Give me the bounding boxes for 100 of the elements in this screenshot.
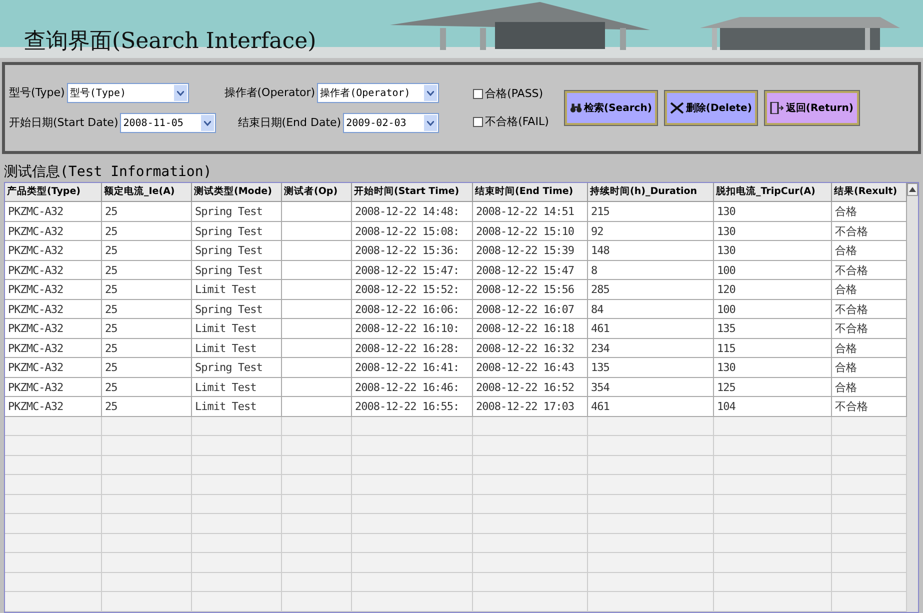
table-cell: 25	[102, 241, 192, 260]
table-cell: PKZMC-A32	[5, 241, 102, 260]
table-cell: Spring Test	[192, 300, 282, 318]
table-cell: Limit Test	[192, 280, 282, 298]
table-cell: 130	[714, 241, 832, 260]
table-cell: 130	[714, 358, 832, 376]
table-cell: Spring Test	[192, 260, 282, 279]
table-cell: 25	[102, 338, 192, 357]
dropdown[interactable]: 2009-02-03	[343, 113, 440, 133]
column-header[interactable]: 额定电流_Ie(A)	[102, 183, 192, 201]
table-cell: Spring Test	[192, 202, 282, 220]
table-cell: PKZMC-A32	[5, 358, 102, 376]
table-cell: 130	[714, 202, 832, 220]
checkbox[interactable]: 不合格(FAIL)	[473, 114, 549, 130]
table-cell: 25	[102, 280, 192, 298]
table-cell: PKZMC-A32	[5, 338, 102, 357]
column-header[interactable]: 开始时间(Start Time)	[352, 183, 473, 201]
table-cell: 2008-12-22 16:18	[473, 319, 588, 338]
table-cell: 115	[714, 338, 832, 357]
table-cell: 8	[588, 260, 714, 279]
search-button[interactable]: 检索(Search)	[564, 91, 657, 125]
table-cell: 354	[588, 378, 714, 396]
table-cell: Limit Test	[192, 397, 282, 416]
table-cell: 25	[102, 397, 192, 416]
filter-label: 型号(Type)	[9, 84, 65, 101]
dropdown[interactable]: 2008-11-05	[120, 113, 216, 133]
table-cell: 2008-12-22 16:32	[473, 338, 588, 357]
filter-label: 开始日期(Start Date)	[9, 114, 118, 131]
table-cell: Limit Test	[192, 338, 282, 357]
table-cell: 25	[102, 260, 192, 279]
table-cell: 2008-12-22 17:03	[473, 397, 588, 416]
table-cell: 25	[102, 222, 192, 240]
table-cell: 120	[714, 280, 832, 298]
table-cell: Spring Test	[192, 241, 282, 260]
table-cell: 2008-12-22 16:43	[473, 358, 588, 376]
table-cell: 92	[588, 222, 714, 240]
table-cell: 2008-12-22 15:47	[473, 260, 588, 279]
column-header[interactable]: 脱扣电流_TripCur(A)	[714, 183, 832, 201]
table-cell: 2008-12-22 16:06:	[352, 300, 473, 318]
table-cell: 461	[588, 319, 714, 338]
table-cell: 285	[588, 280, 714, 298]
table-cell: 135	[588, 358, 714, 376]
table-cell: 2008-12-22 15:56	[473, 280, 588, 298]
table-cell: PKZMC-A32	[5, 280, 102, 298]
door-icon	[770, 102, 784, 114]
table-cell: 2008-12-22 14:48:	[352, 202, 473, 220]
table-cell: 148	[588, 241, 714, 260]
dropdown[interactable]: 型号(Type)	[66, 83, 189, 103]
table-cell: 2008-12-22 15:39	[473, 241, 588, 260]
table-cell: 461	[588, 397, 714, 416]
table-cell: Limit Test	[192, 319, 282, 338]
window-title: 查询界面(Search Interface)	[24, 28, 316, 56]
table-cell: 25	[102, 300, 192, 318]
table-cell: 2008-12-22 15:36:	[352, 241, 473, 260]
column-header[interactable]: 持续时间(h)_Duration	[588, 183, 714, 201]
section-title: 测试信息(Test Information)	[3, 163, 213, 182]
table-cell: 104	[714, 397, 832, 416]
table-cell: PKZMC-A32	[5, 300, 102, 318]
table-cell: 25	[102, 202, 192, 220]
table-cell: 2008-12-22 15:08:	[352, 222, 473, 240]
filter-label: 操作者(Operator)	[224, 84, 316, 101]
table-cell: 2008-12-22 16:10:	[352, 319, 473, 338]
checkbox-label: 合格(PASS)	[485, 86, 544, 102]
table-cell: 84	[588, 300, 714, 318]
table-cell: 2008-12-22 14:51	[473, 202, 588, 220]
binoculars-icon	[570, 102, 582, 114]
table-cell: PKZMC-A32	[5, 202, 102, 220]
filter-label: 结束日期(End Date)	[238, 114, 342, 131]
column-header[interactable]: 结束时间(End Time)	[473, 183, 588, 201]
table-cell: Spring Test	[192, 222, 282, 240]
table-cell: PKZMC-A32	[5, 319, 102, 338]
checkbox-box[interactable]	[473, 117, 484, 128]
table-cell: 100	[714, 300, 832, 318]
checkbox-label: 不合格(FAIL)	[485, 114, 549, 130]
table-cell: 130	[714, 222, 832, 240]
scroll-up-icon[interactable]	[907, 183, 918, 196]
table-cell: 125	[714, 378, 832, 396]
table-cell: 25	[102, 378, 192, 396]
checkbox-box[interactable]	[473, 88, 484, 99]
dropdown[interactable]: 操作者(Operator)	[317, 83, 440, 103]
table-cell: 2008-12-22 16:28:	[352, 338, 473, 357]
table-cell: 2008-12-22 16:07	[473, 300, 588, 318]
return-button[interactable]: 返回(Return)	[764, 91, 859, 125]
table-cell: PKZMC-A32	[5, 378, 102, 396]
table-cell: 2008-12-22 16:55:	[352, 397, 473, 416]
table-cell: 2008-12-22 15:47:	[352, 260, 473, 279]
table-cell: 215	[588, 202, 714, 220]
column-header[interactable]: 测试者(Op)	[282, 183, 352, 201]
table-cell: 25	[102, 319, 192, 338]
table-cell: 135	[714, 319, 832, 338]
table-cell: 25	[102, 358, 192, 376]
checkbox[interactable]: 合格(PASS)	[473, 86, 549, 102]
table-cell: PKZMC-A32	[5, 397, 102, 416]
column-header[interactable]: 测试类型(Mode)	[192, 183, 282, 201]
table-cell: PKZMC-A32	[5, 260, 102, 279]
column-header[interactable]: 产品类型(Type)	[5, 183, 102, 201]
table-cell: 2008-12-22 15:52:	[352, 280, 473, 298]
table-cell: 2008-12-22 16:41:	[352, 358, 473, 376]
table-cell: PKZMC-A32	[5, 222, 102, 240]
delete-button[interactable]: 删除(Delete)	[664, 91, 757, 125]
